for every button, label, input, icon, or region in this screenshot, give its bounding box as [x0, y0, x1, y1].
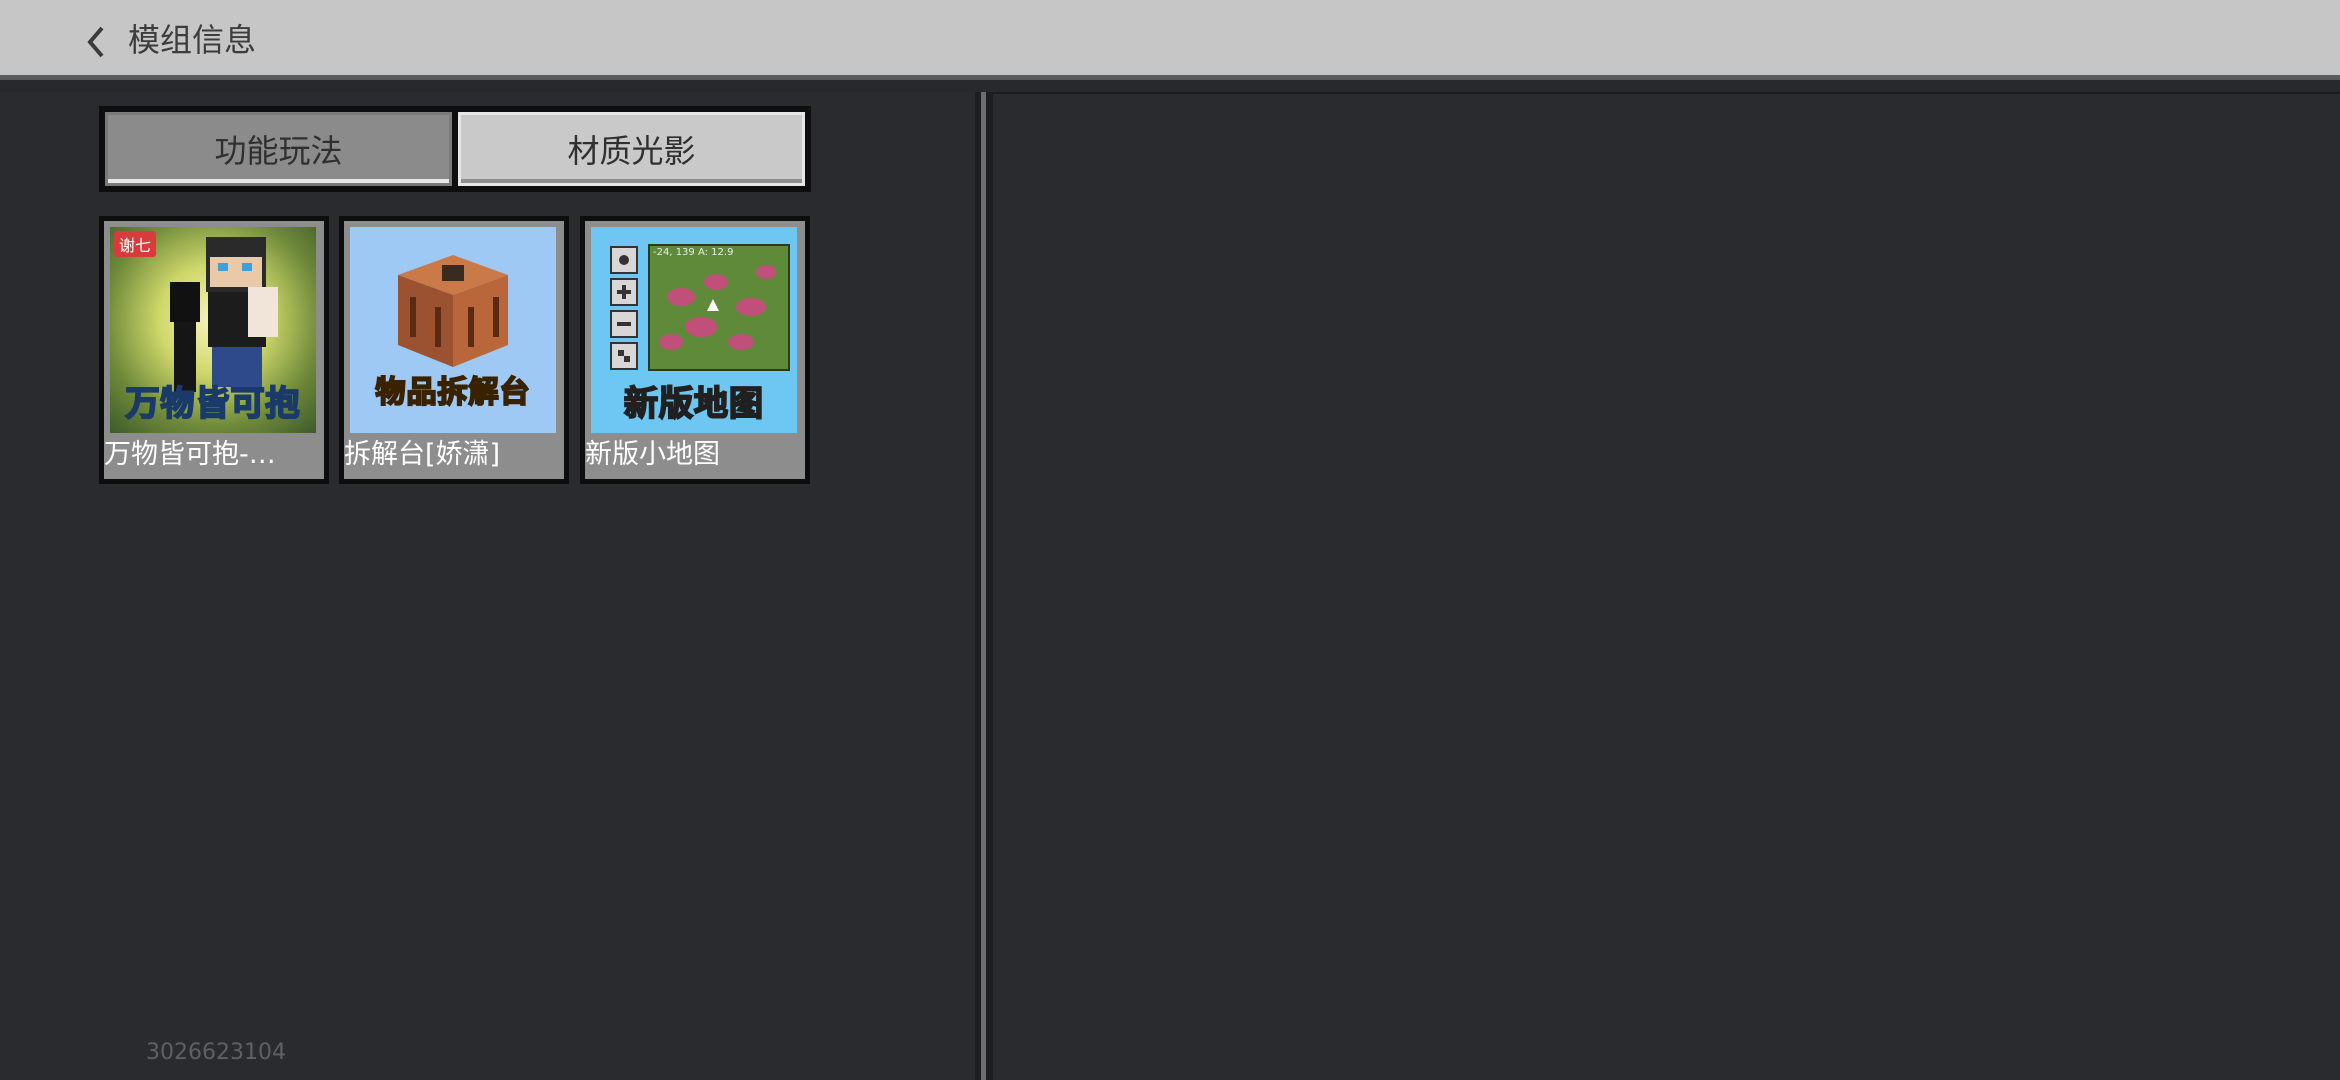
tab-gameplay[interactable]: 功能玩法: [105, 112, 452, 186]
thumbnail-caption: 物品拆解台: [375, 374, 531, 411]
mod-thumbnail: -24, 139 A: 12.9 新版地图: [591, 227, 797, 433]
mod-name: 拆解台[娇潇]: [344, 439, 501, 470]
footer-id: 3026623104: [146, 1040, 286, 1065]
category-tabs: 功能玩法 材质光影: [99, 106, 811, 192]
mod-thumbnail: 谢七 万物皆可抱: [110, 227, 316, 433]
top-bar: 模组信息: [0, 0, 2340, 80]
minimap-coordinates: -24, 139 A: 12.9: [653, 247, 734, 258]
mod-detail-panel: [993, 92, 2340, 1080]
mod-name: 万物皆可抱-…: [104, 439, 276, 470]
page-title: 模组信息: [128, 21, 257, 59]
mod-name: 新版小地图: [585, 439, 720, 470]
mod-card-new-minimap[interactable]: -24, 139 A: 12.9 新版地图 新版小地图: [580, 216, 810, 484]
back-button[interactable]: [80, 22, 114, 62]
panel-divider[interactable]: [975, 92, 993, 1080]
mod-card-hug-everything[interactable]: 谢七 万物皆可抱 万物皆可抱-…: [99, 216, 329, 484]
thumbnail-caption: 万物皆可抱: [125, 383, 301, 425]
chevron-left-icon: [87, 26, 104, 58]
thumbnail-caption: 新版地图: [623, 383, 764, 425]
mod-card-disassembly-table[interactable]: 物品拆解台 拆解台[娇潇]: [339, 216, 569, 484]
author-badge: 谢七: [114, 231, 157, 257]
tab-textures-shaders[interactable]: 材质光影: [458, 112, 805, 186]
mod-thumbnail: 物品拆解台: [350, 227, 556, 433]
